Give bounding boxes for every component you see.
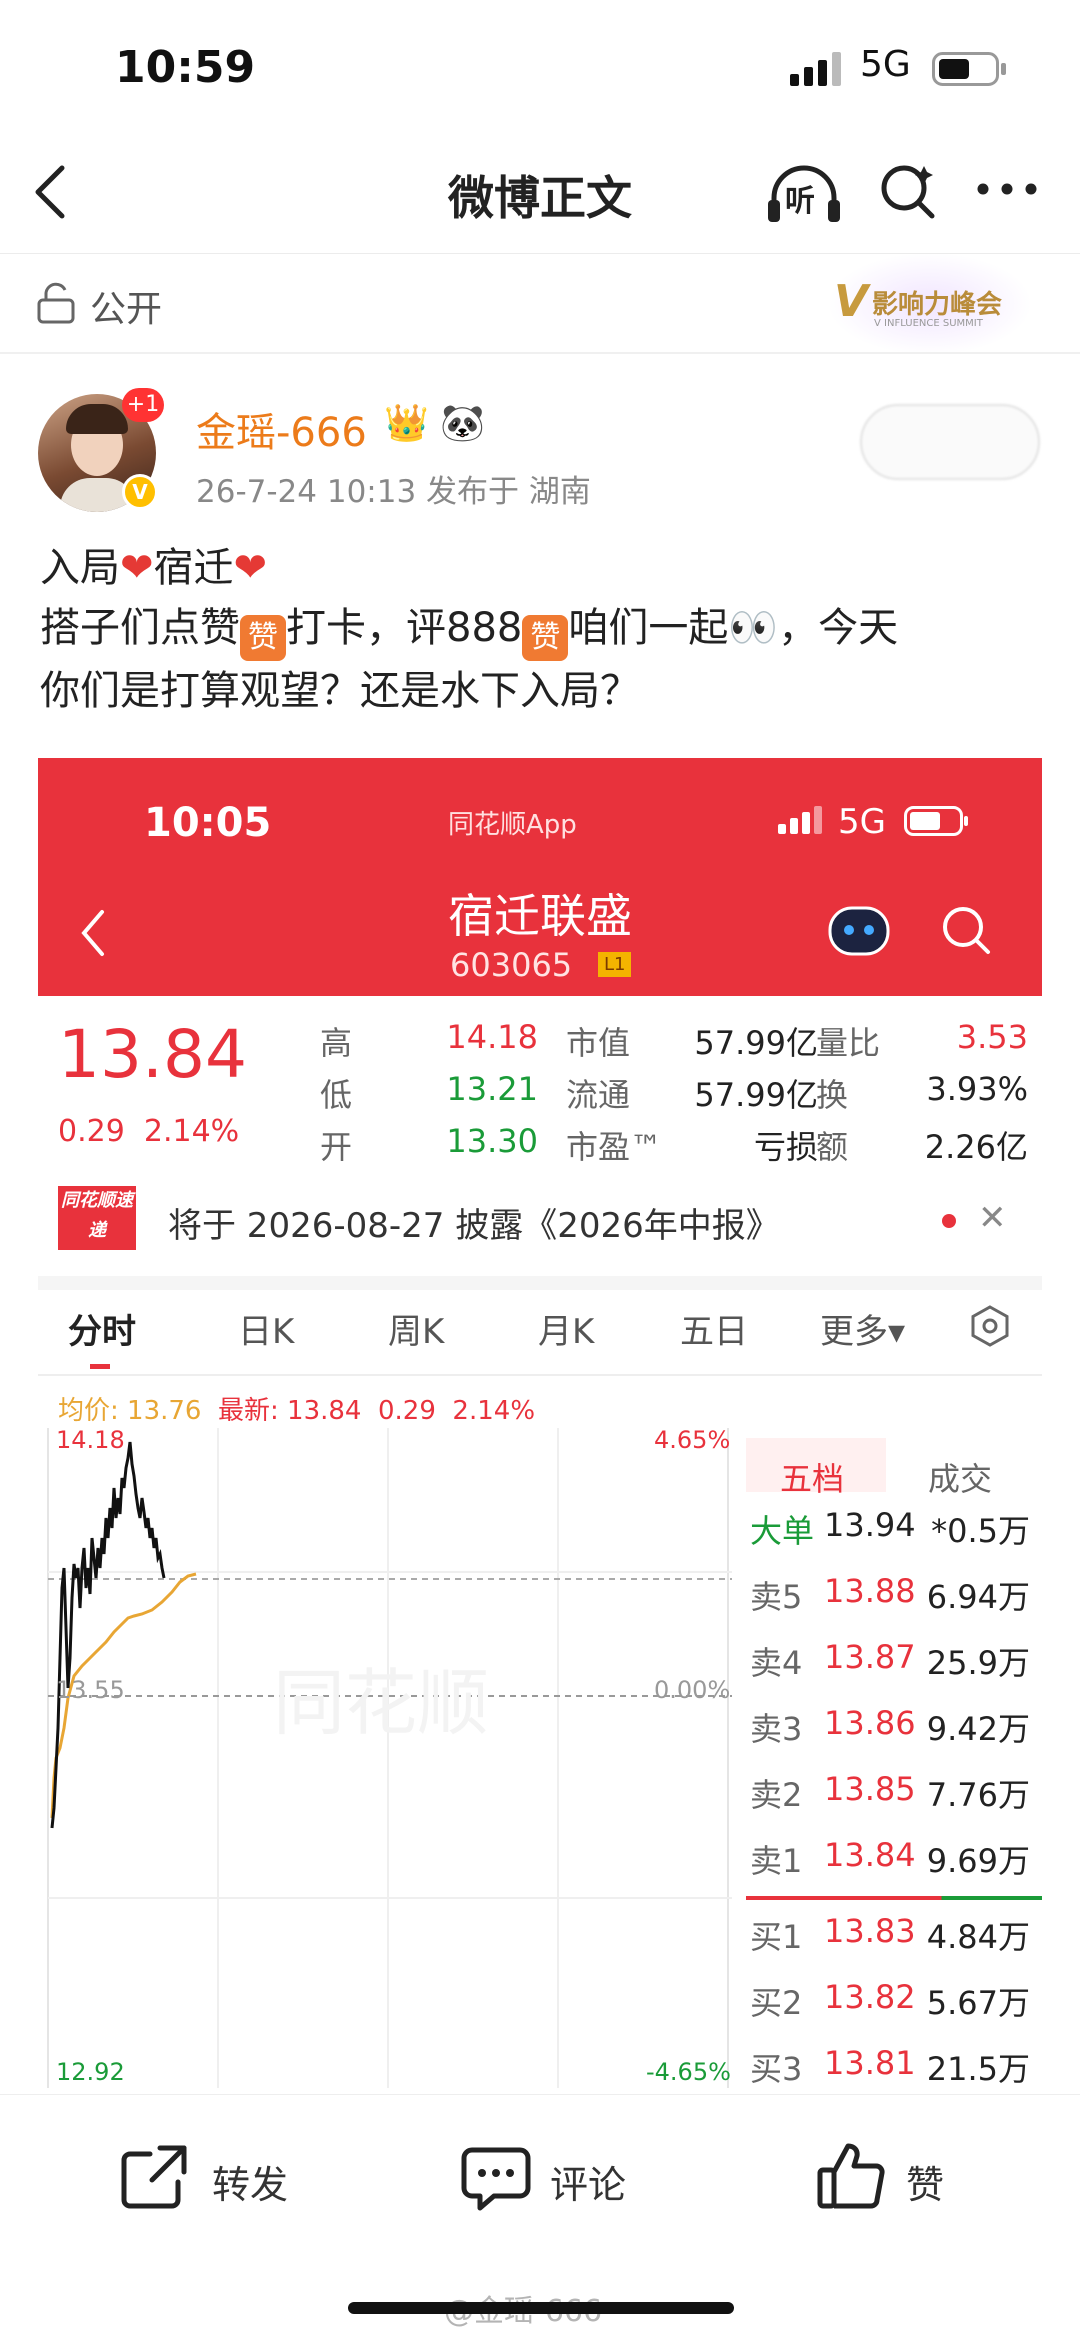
quote-label: 市值	[566, 1024, 631, 1062]
visibility-label: 公开	[90, 289, 163, 330]
post-image[interactable]: 10:05 同花顺App 5G 宿迁联盛 603065 L1 13.84 0.2…	[38, 758, 1042, 2088]
quote-label: 开	[320, 1128, 353, 1166]
chart-watermark: 同花顺	[273, 1661, 489, 1745]
chart-label: 13.55	[56, 1676, 125, 1704]
like-label: 赞	[906, 2163, 945, 2207]
search-icon[interactable]	[876, 160, 940, 224]
big-order-row: 大单 13.94 *0.5万	[750, 1506, 1030, 1550]
battery-icon	[932, 52, 1006, 86]
ask-row: 卖4 13.87 25.9万	[750, 1638, 1030, 1682]
panda-icon: 🐼	[440, 403, 485, 444]
comment-button[interactable]: 评论	[460, 2136, 660, 2236]
listen-label: 听	[785, 184, 815, 219]
quote-label: 高	[320, 1024, 353, 1062]
chart-label: 0.00%	[654, 1676, 730, 1704]
home-indicator[interactable]	[348, 2302, 734, 2314]
quote-label: 流通	[566, 1076, 631, 1114]
zan-emoji-icon: 赞	[522, 615, 569, 661]
image-search-icon	[943, 907, 990, 954]
share-icon	[121, 2145, 187, 2209]
intraday-chart: 同花顺 14.18 4.65% 13.55 0.00% 12.92 -4.65%	[47, 1428, 732, 2088]
order-book-divider	[746, 1896, 1042, 1900]
image-app-name: 同花顺App	[448, 810, 577, 840]
thumbs-up-icon	[817, 2143, 885, 2209]
username[interactable]: 金瑶-666	[196, 400, 367, 458]
ask-row: 卖1 13.84 9.69万	[750, 1836, 1030, 1880]
quote-turnover: 3.93%	[926, 1070, 1028, 1108]
network-type: 5G	[860, 44, 911, 85]
comment-icon	[461, 2147, 531, 2211]
notice-logo: 同花顺速递	[58, 1186, 136, 1250]
chart-label: 4.65%	[654, 1428, 730, 1454]
active-tab-indicator	[90, 1364, 110, 1369]
tab-five-day: 五日	[680, 1312, 748, 1352]
post-meta: 26-7-24 10:13 发布于 湖南	[196, 474, 591, 510]
stock-code: 603065	[450, 946, 573, 984]
repost-button[interactable]: 转发	[120, 2136, 320, 2236]
tab-intraday: 分时	[68, 1312, 136, 1352]
quote-label: 额	[816, 1128, 849, 1166]
avg-price-line: 均价: 13.76 最新: 13.84 0.29 2.14%	[58, 1396, 536, 1426]
ask-row: 卖3 13.86 9.42万	[750, 1704, 1030, 1748]
quote-label: 市盈™	[566, 1128, 663, 1166]
quote-volratio: 3.53	[956, 1018, 1028, 1056]
quote-label: 低	[320, 1076, 353, 1114]
bid-row: 买3 13.81 21.5万	[750, 2044, 1030, 2088]
tab-order-book: 五档	[780, 1460, 845, 1498]
comment-label: 评论	[550, 2163, 627, 2207]
divider	[38, 1276, 1042, 1290]
tab-trades: 成交	[928, 1460, 993, 1498]
quote-amount: 2.26亿	[924, 1128, 1028, 1166]
quote-mktcap: 57.99亿	[694, 1024, 818, 1062]
quote-high: 14.18	[446, 1018, 538, 1056]
tab-more: 更多▾	[820, 1312, 906, 1352]
tab-weekly-k: 周K	[388, 1312, 445, 1352]
image-signal-icon	[778, 806, 822, 834]
notice-text: 将于 2026-08-27 披露《2026年中报》	[168, 1206, 780, 1246]
stock-price: 13.84	[58, 1016, 247, 1093]
follow-button[interactable]	[860, 404, 1040, 480]
notice-dot	[942, 1214, 956, 1228]
divider	[38, 1374, 1042, 1376]
bid-row: 买2 13.82 5.67万	[750, 1978, 1030, 2022]
tab-daily-k: 日K	[238, 1312, 295, 1352]
quote-pe: 亏损	[753, 1128, 818, 1166]
chart-label: 14.18	[56, 1428, 125, 1454]
quote-open: 13.30	[446, 1122, 538, 1160]
quote-label: 量比	[816, 1024, 881, 1062]
notification-badge: +1	[122, 388, 164, 422]
chart-label: -4.65%	[646, 2058, 731, 2086]
chart-label: 12.92	[56, 2058, 125, 2086]
summit-banner[interactable]: V 影响力峰会 V INFLUENCE SUMMIT	[830, 254, 1030, 354]
level-tag: L1	[598, 952, 632, 977]
quote-float: 57.99亿	[694, 1076, 818, 1114]
quote-low: 13.21	[446, 1070, 538, 1108]
status-time: 10:59	[115, 42, 256, 93]
verified-badge-icon: V	[122, 474, 158, 510]
divider	[0, 352, 1080, 354]
repost-label: 转发	[212, 2163, 289, 2207]
more-options-icon[interactable]	[976, 182, 1038, 196]
tab-monthly-k: 月K	[538, 1312, 595, 1352]
image-status-time: 10:05	[144, 800, 272, 846]
image-network: 5G	[838, 802, 886, 842]
bid-row: 买1 13.83 4.84万	[750, 1912, 1030, 1956]
settings-hexagon-icon	[971, 1305, 1009, 1347]
stock-change: 0.29 2.14%	[58, 1114, 240, 1149]
cellular-signal-icon	[790, 52, 841, 86]
quote-label: 换	[816, 1076, 849, 1114]
post-text: 入局❤宿迁❤ 搭子们点赞赞打卡，评888 赞咱们一起👀，今天 你们是打算观望？还是…	[40, 545, 899, 714]
ask-row: 卖2 13.85 7.76万	[750, 1770, 1030, 1814]
lock-open-icon	[37, 282, 75, 324]
image-battery-icon	[904, 806, 968, 836]
ask-row: 卖5 13.88 6.94万	[750, 1572, 1030, 1616]
zan-emoji-icon: 赞	[240, 615, 286, 661]
close-icon: ✕	[978, 1198, 1007, 1238]
like-button[interactable]: 赞	[816, 2136, 1016, 2236]
crown-icon: 👑	[384, 403, 429, 444]
robot-icon	[828, 906, 890, 956]
